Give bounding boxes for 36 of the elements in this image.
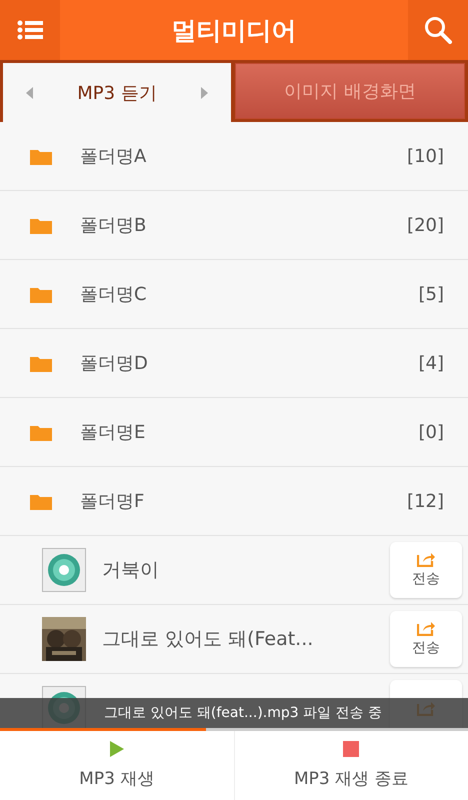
folder-icon bbox=[30, 424, 52, 440]
menu-button[interactable] bbox=[0, 0, 60, 60]
folder-name[interactable]: 폴더명B bbox=[80, 213, 408, 237]
cd-icon bbox=[42, 548, 86, 592]
play-icon bbox=[110, 741, 124, 757]
song-title[interactable]: 그대로 있어도 돼(Feat... bbox=[102, 626, 390, 652]
transfer-toast: 그대로 있어도 돼(feat...).mp3 파일 전송 중 bbox=[0, 698, 468, 728]
file-count: [5] bbox=[418, 284, 444, 304]
folder-icon bbox=[30, 492, 52, 510]
folder-name[interactable]: 폴더명E bbox=[80, 420, 418, 444]
file-count: [0] bbox=[418, 422, 444, 442]
search-icon bbox=[424, 16, 452, 44]
share-icon bbox=[417, 552, 435, 567]
left-arrow-icon bbox=[26, 86, 34, 98]
file-count: [12] bbox=[407, 490, 444, 512]
app-title: 멀티미디어 bbox=[170, 14, 298, 46]
folder-name[interactable]: 폴더명D bbox=[80, 351, 418, 375]
folder-name[interactable]: 폴더명C bbox=[80, 282, 418, 306]
stop-icon bbox=[343, 741, 360, 757]
file-count: [10] bbox=[407, 146, 444, 166]
menu-icon bbox=[17, 20, 43, 40]
file-count: [4] bbox=[418, 352, 444, 374]
share-icon bbox=[417, 621, 435, 636]
right-arrow-icon bbox=[200, 86, 208, 98]
tab[interactable]: MP3 듣기 bbox=[3, 63, 231, 122]
send-button[interactable]: 전송 bbox=[390, 611, 462, 667]
folder-name[interactable]: 폴더명A bbox=[80, 144, 408, 168]
send-button[interactable]: 전송 bbox=[390, 542, 462, 598]
folder-icon bbox=[30, 148, 52, 164]
song-title[interactable]: 거북이 bbox=[102, 557, 390, 583]
folder-name[interactable]: 폴더명F bbox=[80, 489, 408, 513]
file-count: [20] bbox=[407, 214, 444, 236]
search-button[interactable] bbox=[408, 0, 468, 60]
folder-icon bbox=[30, 216, 52, 234]
folder-icon bbox=[30, 286, 52, 302]
folder-icon bbox=[30, 354, 52, 372]
